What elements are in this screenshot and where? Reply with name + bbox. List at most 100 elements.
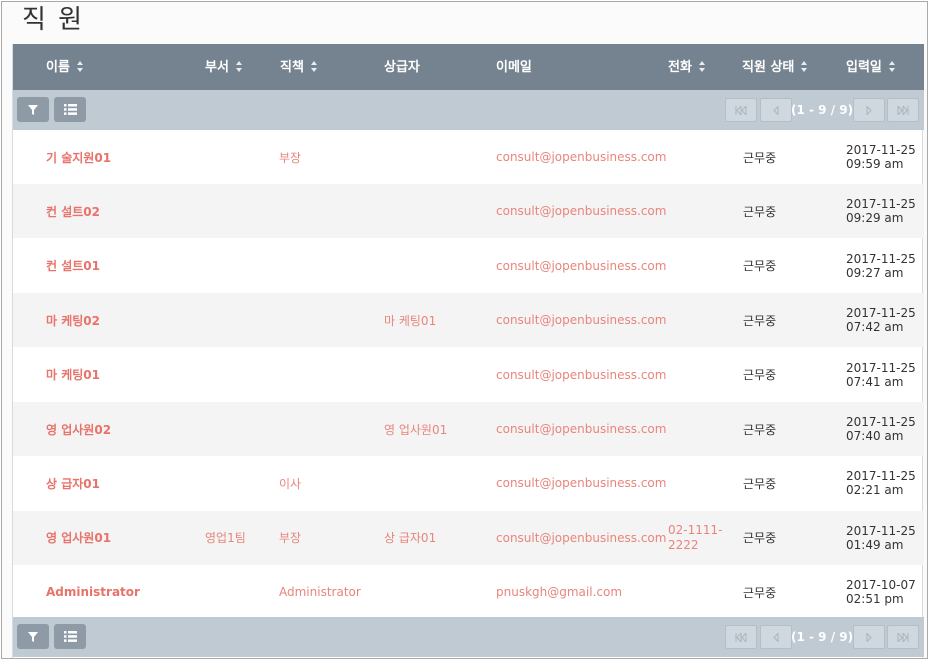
- columns-button[interactable]: [54, 97, 86, 122]
- cell-date: 2017-11-25 07:41 am: [846, 360, 916, 389]
- cell-email[interactable]: consult@jopenbusiness.com: [496, 184, 666, 238]
- column-header-date[interactable]: 입력일: [846, 44, 896, 90]
- cell-status: 근무중: [743, 313, 777, 328]
- column-header-name[interactable]: 이름: [46, 44, 84, 90]
- cell-status: 근무중: [743, 259, 777, 274]
- cell-name[interactable]: 컨 설트01: [46, 239, 100, 293]
- cell-status: 근무중: [743, 585, 777, 600]
- cell-name[interactable]: 마 케팅02: [46, 293, 100, 347]
- cell-title: Administrator: [279, 585, 361, 600]
- last-page-icon: [897, 632, 909, 642]
- cell-date: 2017-11-25 09:27 am: [846, 251, 916, 280]
- table-row[interactable]: 마 케팅01 consult@jopenbusiness.com 근무중 2017-1…: [13, 348, 924, 402]
- list-icon: [63, 631, 77, 642]
- cell-phone[interactable]: 02-1111- 2222: [668, 511, 722, 565]
- table-row[interactable]: Administrator Administrator pnuskgh@gmail.…: [13, 565, 924, 619]
- cell-date: 2017-11-25 07:42 am: [846, 306, 916, 335]
- cell-name[interactable]: 상 급자01: [46, 456, 100, 510]
- table-row[interactable]: 영 업사원01 영업1팀 부장 상 급자01 consult@jopenbusiness…: [13, 510, 924, 565]
- next-page-button[interactable]: [853, 625, 885, 649]
- sort-icon: [310, 61, 318, 72]
- prev-page-icon: [773, 105, 779, 115]
- last-page-button[interactable]: [887, 625, 919, 649]
- prev-page-button[interactable]: [760, 98, 792, 122]
- table-row[interactable]: 컨 설트02 consult@jopenbusiness.com 근무중 2017-1…: [13, 184, 924, 239]
- column-header-phone[interactable]: 전화: [668, 44, 706, 90]
- cell-email[interactable]: consult@jopenbusiness.com: [496, 511, 666, 565]
- cell-title: 부장: [279, 150, 302, 165]
- first-page-icon: [735, 105, 747, 115]
- grid-header: 이름 부서 직책 상급자 이메일 전화 직원 상태 입력일: [13, 44, 924, 90]
- cell-email[interactable]: consult@jopenbusiness.com: [496, 348, 666, 402]
- cell-supervisor[interactable]: 영 업사원01: [384, 402, 447, 456]
- employee-panel: 직 원 이름 부서 직책 상급자 이메일 전화 직원 상태 입력일 (1 - 9…: [1, 1, 928, 659]
- cell-supervisor[interactable]: 마 케팅01: [384, 293, 436, 347]
- next-page-button[interactable]: [853, 98, 885, 122]
- cell-status: 근무중: [743, 422, 777, 437]
- cell-email[interactable]: consult@jopenbusiness.com: [496, 402, 666, 456]
- employee-grid: 이름 부서 직책 상급자 이메일 전화 직원 상태 입력일 (1 - 9 / 9…: [12, 44, 924, 658]
- cell-email[interactable]: consult@jopenbusiness.com: [496, 293, 666, 347]
- sort-icon: [76, 61, 84, 72]
- cell-status: 근무중: [743, 531, 777, 546]
- table-row[interactable]: 마 케팅02 마 케팅01 consult@jopenbusiness.com 근무중…: [13, 293, 924, 348]
- cell-email[interactable]: pnuskgh@gmail.com: [496, 565, 622, 619]
- sort-icon: [801, 61, 808, 72]
- next-page-icon: [866, 632, 872, 642]
- pager-info: (1 - 9 / 9): [791, 630, 854, 644]
- column-header-status[interactable]: 직원 상태: [742, 44, 808, 90]
- cell-title: 이사: [279, 476, 302, 491]
- column-header-supervisor[interactable]: 상급자: [384, 44, 420, 90]
- cell-title: 부장: [279, 531, 302, 546]
- cell-name[interactable]: Administrator: [46, 565, 140, 619]
- cell-status: 근무중: [743, 204, 777, 219]
- cell-name[interactable]: 마 케팅01: [46, 348, 100, 402]
- table-row[interactable]: 상 급자01 이사 consult@jopenbusiness.com 근무중 2017…: [13, 456, 924, 510]
- first-page-button[interactable]: [725, 98, 757, 122]
- next-page-icon: [866, 105, 872, 115]
- first-page-icon: [735, 632, 747, 642]
- sort-icon: [235, 61, 243, 72]
- cell-status: 근무중: [743, 368, 777, 383]
- filter-icon: [28, 631, 38, 642]
- grid-toolbar-top: (1 - 9 / 9): [13, 90, 924, 130]
- first-page-button[interactable]: [725, 625, 757, 649]
- table-row[interactable]: 영 업사원02 영 업사원01 consult@jopenbusiness.com 근…: [13, 402, 924, 456]
- cell-status: 근무중: [743, 476, 777, 491]
- cell-email[interactable]: consult@jopenbusiness.com: [496, 456, 666, 510]
- table-row[interactable]: 컨 설트01 consult@jopenbusiness.com 근무중 2017-1…: [13, 239, 924, 293]
- table-row[interactable]: 기 술지원01 부장 consult@jopenbusiness.com 근무중 201…: [13, 130, 924, 184]
- page-title: 직 원: [22, 5, 85, 35]
- cell-date: 2017-11-25 09:59 am: [846, 143, 916, 171]
- cell-date: 2017-11-25 07:40 am: [846, 415, 916, 443]
- cell-date: 2017-11-25 09:29 am: [846, 197, 916, 226]
- column-header-dept[interactable]: 부서: [205, 44, 243, 90]
- last-page-icon: [897, 105, 909, 115]
- cell-name[interactable]: 기 술지원01: [46, 130, 111, 184]
- cell-dept[interactable]: 영업1팀: [205, 511, 246, 565]
- cell-email[interactable]: consult@jopenbusiness.com: [496, 130, 666, 184]
- cell-date: 2017-10-07 02:51 pm: [846, 578, 916, 607]
- cell-date: 2017-11-25 02:21 am: [846, 469, 916, 498]
- cell-name[interactable]: 영 업사원02: [46, 402, 111, 456]
- filter-button[interactable]: [17, 97, 49, 122]
- column-header-title[interactable]: 직책: [280, 44, 318, 90]
- sort-icon: [698, 61, 706, 72]
- sort-icon: [888, 61, 896, 72]
- column-header-email[interactable]: 이메일: [496, 44, 532, 90]
- list-icon: [63, 104, 77, 115]
- cell-status: 근무중: [743, 150, 777, 165]
- filter-button[interactable]: [17, 624, 49, 649]
- prev-page-icon: [773, 632, 779, 642]
- columns-button[interactable]: [54, 624, 86, 649]
- cell-date: 2017-11-25 01:49 am: [846, 523, 916, 552]
- pager-info: (1 - 9 / 9): [791, 103, 854, 117]
- filter-icon: [28, 104, 38, 115]
- cell-supervisor[interactable]: 상 급자01: [384, 511, 436, 565]
- cell-name[interactable]: 컨 설트02: [46, 184, 100, 238]
- grid-toolbar-bottom: (1 - 9 / 9): [13, 617, 924, 657]
- prev-page-button[interactable]: [760, 625, 792, 649]
- cell-email[interactable]: consult@jopenbusiness.com: [496, 239, 666, 293]
- last-page-button[interactable]: [887, 98, 919, 122]
- cell-name[interactable]: 영 업사원01: [46, 511, 111, 565]
